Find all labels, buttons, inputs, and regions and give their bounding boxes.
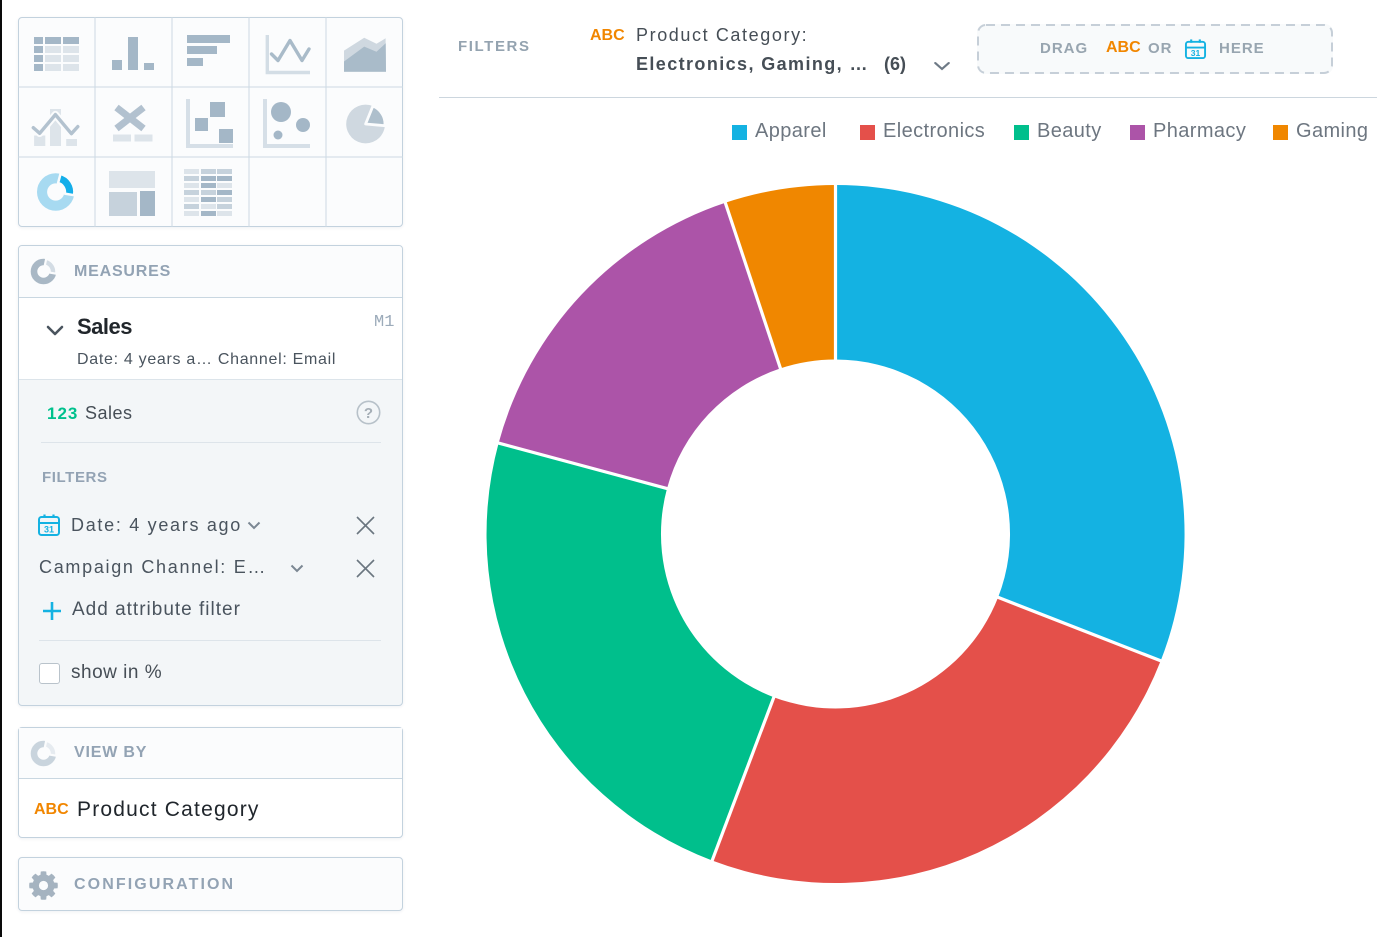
svg-text:31: 31	[44, 525, 54, 535]
svg-text:?: ?	[364, 405, 373, 422]
svg-text:31: 31	[1191, 48, 1201, 58]
